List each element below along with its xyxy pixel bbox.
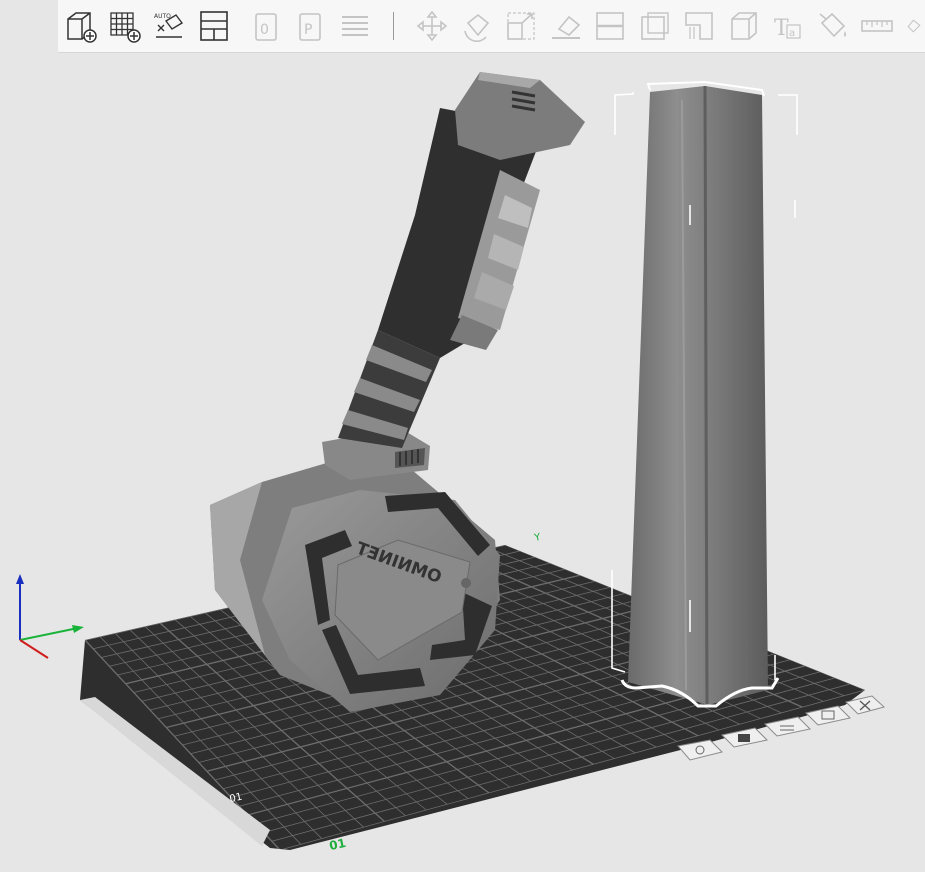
rotate-icon[interactable]: [458, 6, 496, 46]
more-tools-icon[interactable]: [903, 6, 925, 46]
primitive-cube-icon[interactable]: [725, 6, 763, 46]
3d-viewport[interactable]: 01 01 Y OMNINET: [0, 52, 925, 872]
svg-text:P: P: [304, 22, 312, 38]
x-axis: [19, 639, 49, 659]
support-icon[interactable]: [680, 6, 718, 46]
bed-label: 01: [328, 836, 347, 853]
cut-icon[interactable]: [591, 6, 629, 46]
add-object-icon[interactable]: [62, 6, 100, 46]
y-axis-label: Y: [532, 532, 542, 544]
auto-arrange-icon[interactable]: AUTO: [150, 6, 188, 46]
y-axis: [19, 627, 79, 641]
toolbar-separator: [393, 12, 394, 40]
layout-panels-icon[interactable]: [195, 6, 233, 46]
hollow-icon[interactable]: [636, 6, 674, 46]
move-icon[interactable]: [413, 6, 451, 46]
paste-object-icon[interactable]: P: [292, 6, 330, 46]
svg-text:a: a: [789, 28, 795, 39]
paint-bucket-icon[interactable]: [814, 6, 852, 46]
measure-ruler-icon[interactable]: [858, 6, 896, 46]
copy-object-icon[interactable]: 0: [248, 6, 286, 46]
layers-icon[interactable]: [336, 6, 374, 46]
add-grid-object-icon[interactable]: [106, 6, 144, 46]
top-toolbar: AUTO 0 P Ta: [58, 0, 925, 53]
scale-icon[interactable]: [502, 6, 540, 46]
pillar-model[interactable]: [611, 80, 798, 708]
svg-text:0: 0: [260, 22, 269, 38]
scene-canvas[interactable]: 01 01 Y OMNINET: [0, 52, 925, 872]
lay-flat-icon[interactable]: [547, 6, 585, 46]
text-icon[interactable]: Ta: [769, 6, 807, 46]
